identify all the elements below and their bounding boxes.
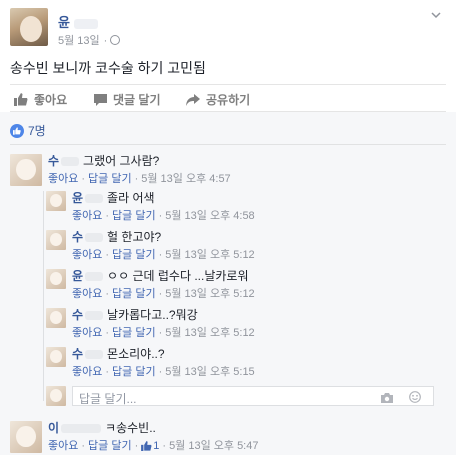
- current-user-avatar: [46, 386, 66, 406]
- comment-text: 졸라 어색: [107, 191, 155, 205]
- share-arrow-icon: [186, 93, 200, 106]
- author-avatar[interactable]: [10, 8, 48, 46]
- comment-like-link[interactable]: 좋아요: [72, 249, 102, 261]
- comment-reply-link[interactable]: 답글 달기: [112, 288, 156, 300]
- comment-reply-link[interactable]: 답글 달기: [112, 210, 156, 222]
- chevron-down-icon[interactable]: [430, 10, 442, 22]
- reply-input[interactable]: 답글 달기...: [72, 386, 434, 406]
- comment-reply-link[interactable]: 답글 달기: [88, 173, 132, 185]
- comment-timestamp[interactable]: 5월 13일 오후 5:12: [165, 327, 254, 339]
- commenter-avatar[interactable]: [46, 230, 66, 250]
- redaction: [85, 233, 104, 243]
- comment-reply-link[interactable]: 답글 달기: [112, 327, 156, 339]
- comment-timestamp[interactable]: 5월 13일 오후 5:12: [165, 288, 254, 300]
- commenter-name[interactable]: 수: [72, 347, 83, 361]
- comment-like-link[interactable]: 좋아요: [48, 440, 78, 452]
- post-text: 송수빈 보니까 코수술 하기 고민됨: [10, 60, 206, 76]
- commenter-avatar[interactable]: [46, 269, 66, 289]
- reply-thread-line: [43, 191, 44, 401]
- comment-text: 그랬어 그사람?: [83, 154, 160, 168]
- comment-like-link[interactable]: 좋아요: [72, 366, 102, 378]
- post-action-bar: 좋아요 댓글 달기 공유하기: [10, 84, 446, 112]
- comment-like-link[interactable]: 좋아요: [72, 327, 102, 339]
- thumbs-up-icon: [14, 93, 28, 106]
- commenter-name[interactable]: 윤: [72, 269, 83, 283]
- commenter-name[interactable]: 수: [48, 154, 59, 168]
- commenter-avatar[interactable]: [10, 421, 42, 453]
- redaction: [85, 311, 104, 321]
- comment-like-link[interactable]: 좋아요: [48, 173, 78, 185]
- commenter-avatar[interactable]: [46, 191, 66, 211]
- redaction: [85, 350, 104, 360]
- comment-icon: [94, 93, 107, 106]
- comment-button[interactable]: 댓글 달기: [94, 91, 161, 108]
- thumbs-up-icon: [141, 441, 152, 455]
- reaction-summary[interactable]: 7명: [10, 122, 46, 139]
- comment-text: 헐 한고야?: [107, 230, 162, 244]
- comment-like-link[interactable]: 좋아요: [72, 210, 102, 222]
- comment-reply-link[interactable]: 답글 달기: [112, 366, 156, 378]
- commenter-name[interactable]: 이: [48, 421, 59, 435]
- commenter-avatar[interactable]: [46, 347, 66, 367]
- comment-timestamp[interactable]: 5월 13일 오후 4:58: [165, 210, 254, 222]
- comments-panel: 7명 수 그랬어 그사람? 좋아요 · 답글 달기 · 5월 13일 오후 4:57 윤졸…: [0, 112, 456, 455]
- author-name[interactable]: 윤: [58, 12, 98, 31]
- comment-text: 몬소리야..?: [107, 347, 165, 361]
- comment-timestamp[interactable]: 5월 13일 오후 5:47: [169, 440, 258, 452]
- camera-icon[interactable]: [381, 392, 393, 406]
- commenter-name[interactable]: 수: [72, 230, 83, 244]
- comment-text: 날카롭다고..?뭐강: [107, 308, 198, 322]
- globe-icon: [110, 35, 121, 45]
- comment-like-count[interactable]: 1: [153, 440, 159, 452]
- commenter-name[interactable]: 수: [72, 308, 83, 322]
- emoji-icon[interactable]: [409, 391, 421, 406]
- redaction: [73, 18, 98, 29]
- post-header: 윤 5월 13일 ·: [10, 8, 446, 48]
- redaction: [61, 157, 80, 167]
- divider: [10, 144, 446, 145]
- comment-reply-link[interactable]: 답글 달기: [112, 249, 156, 261]
- comment-timestamp[interactable]: 5월 13일 오후 4:57: [141, 173, 230, 185]
- comment-timestamp[interactable]: 5월 13일 오후 5:15: [165, 366, 254, 378]
- commenter-name[interactable]: 윤: [72, 191, 83, 205]
- commenter-avatar[interactable]: [46, 308, 66, 328]
- comment-text: ㅋ송수빈..: [105, 421, 156, 435]
- redaction: [61, 424, 102, 434]
- comment-like-link[interactable]: 좋아요: [72, 288, 102, 300]
- post-timestamp[interactable]: 5월 13일 ·: [58, 32, 121, 48]
- redaction: [85, 194, 104, 204]
- comment-reply-link[interactable]: 답글 달기: [88, 440, 132, 452]
- reply-input-row: 답글 달기...: [46, 386, 434, 408]
- comment-text: ㅇㅇ 근데 럽수다 ...날카로워: [107, 269, 249, 283]
- redaction: [85, 272, 104, 282]
- comment-timestamp[interactable]: 5월 13일 오후 5:12: [165, 249, 254, 261]
- like-reaction-icon: [10, 123, 24, 138]
- share-button[interactable]: 공유하기: [186, 91, 250, 108]
- like-button[interactable]: 좋아요: [14, 91, 67, 108]
- commenter-avatar[interactable]: [10, 154, 42, 186]
